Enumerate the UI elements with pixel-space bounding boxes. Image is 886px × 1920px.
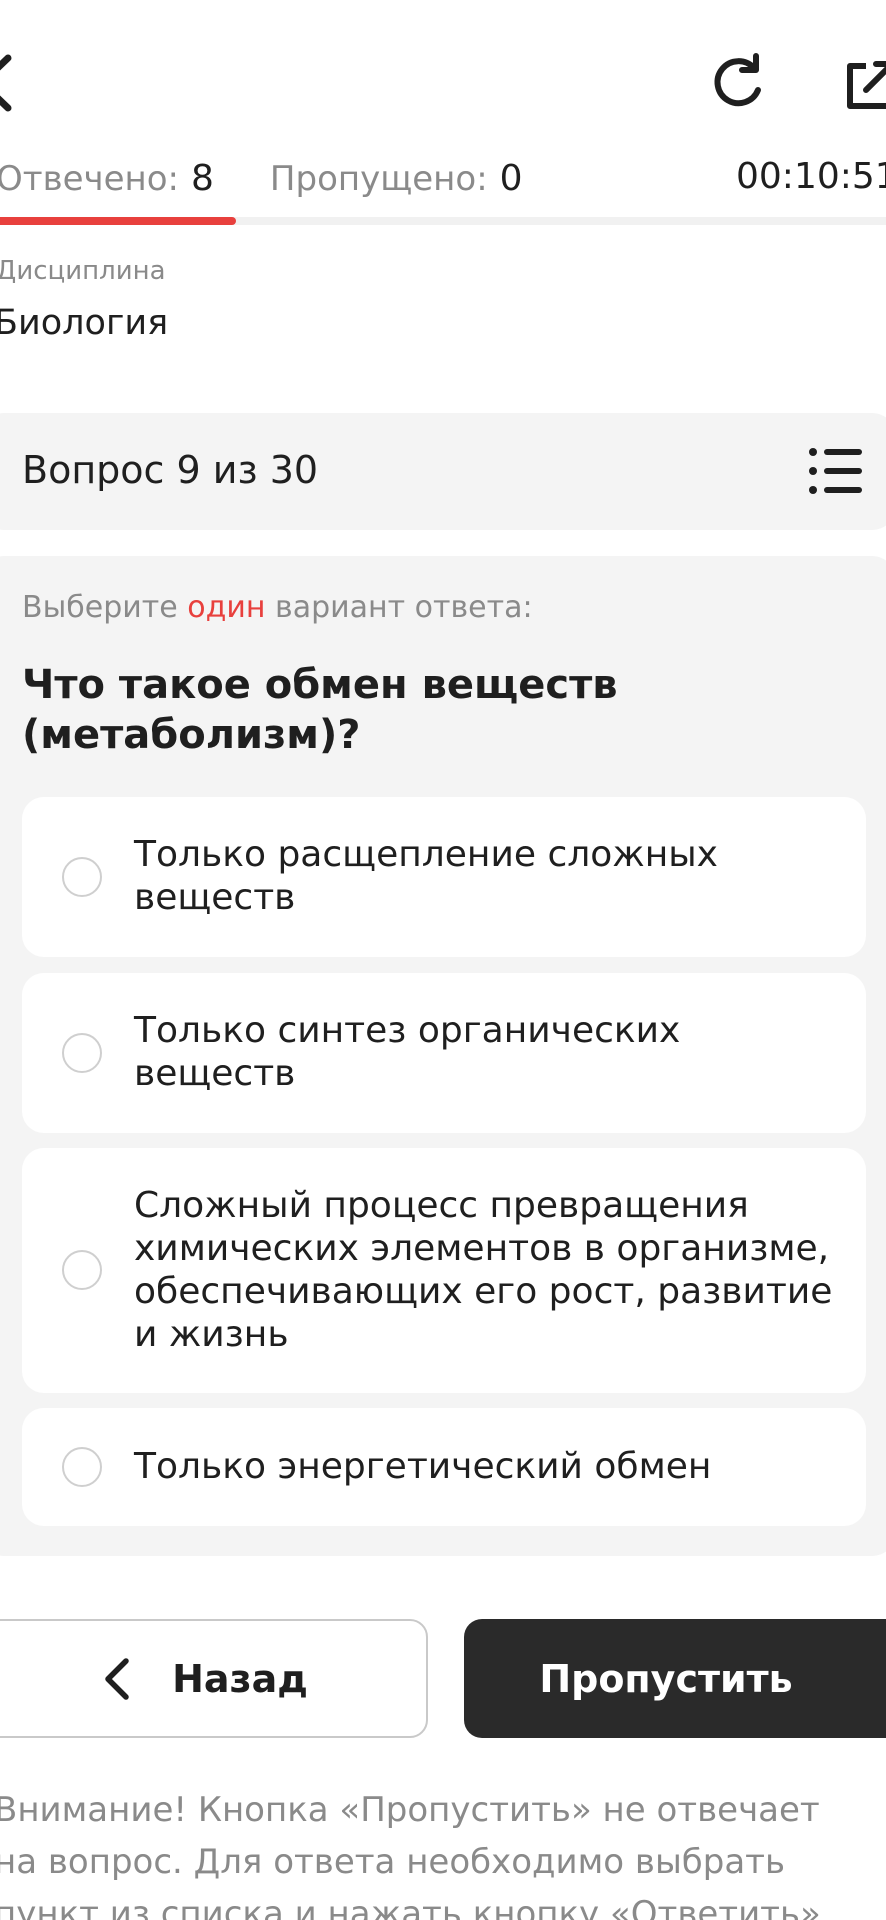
answer-option[interactable]: Только энергетический обмен — [22, 1408, 866, 1526]
answer-option-label: Только расщепление сложных веществ — [134, 834, 718, 918]
instruction-emphasis: один — [187, 590, 266, 625]
timer: 00:10:51 — [736, 156, 886, 197]
answer-option-label: Только синтез органических веществ — [134, 1010, 681, 1094]
list-icon[interactable] — [808, 446, 864, 496]
skip-button[interactable]: Пропустить — [464, 1619, 886, 1738]
answer-option-label: Только энергетический обмен — [134, 1446, 712, 1487]
chevron-left-icon — [105, 1657, 129, 1700]
reload-icon[interactable] — [710, 50, 770, 114]
radio-button[interactable] — [62, 1447, 102, 1487]
skip-notice: Внимание! Кнопка «Пропустить» не отвечае… — [0, 1790, 821, 1920]
instruction-prefix: Выберите — [22, 590, 178, 625]
skip-button-label: Пропустить — [539, 1656, 793, 1701]
external-link-icon[interactable] — [840, 56, 886, 116]
answer-option[interactable]: Только расщепление сложных веществ — [22, 797, 866, 957]
answer-option-label: Сложный процесс превращения химических э… — [134, 1185, 833, 1355]
radio-button[interactable] — [62, 1250, 102, 1290]
answer-option[interactable]: Только синтез органических веществ — [22, 973, 866, 1133]
back-button-label: Назад — [172, 1656, 308, 1701]
answer-stats: Отвечено: 8 Пропущено: 0 — [0, 158, 523, 202]
answer-instruction: Выберите один вариант ответа: — [22, 590, 533, 625]
back-button[interactable]: Назад — [0, 1619, 428, 1738]
radio-button[interactable] — [62, 857, 102, 897]
skipped-label: Пропущено: — [269, 159, 488, 199]
discipline-label: Дисциплина — [0, 256, 166, 286]
question-text: Что такое обмен веществ (метаболизм)? — [22, 662, 618, 758]
chevron-left-icon[interactable] — [0, 52, 20, 114]
answered-label: Отвечено: — [0, 159, 180, 199]
progress-fill — [0, 217, 237, 225]
discipline-value: Биология — [0, 303, 169, 343]
top-bar — [0, 0, 886, 160]
answer-option[interactable]: Сложный процесс превращения химических э… — [22, 1148, 866, 1393]
question-number: Вопрос 9 из 30 — [22, 448, 319, 492]
radio-button[interactable] — [62, 1033, 102, 1073]
instruction-suffix: вариант ответа: — [275, 590, 533, 625]
skipped-count: 0 — [499, 158, 523, 199]
answered-count: 8 — [191, 158, 214, 199]
